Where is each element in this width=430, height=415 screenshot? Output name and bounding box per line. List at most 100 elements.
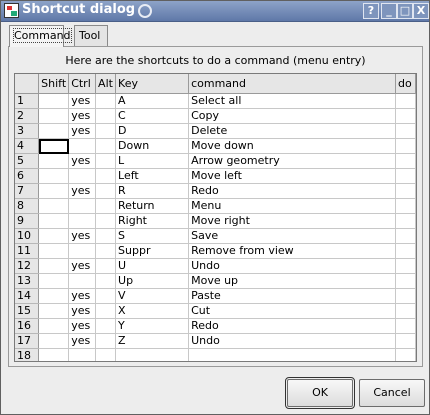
table-row[interactable]: 4 Down Move down <box>15 138 416 154</box>
command-cell[interactable]: Move right <box>188 213 397 229</box>
ctrl-cell[interactable] <box>68 168 97 184</box>
command-cell[interactable]: Move up <box>188 273 397 289</box>
alt-cell[interactable] <box>95 93 117 109</box>
row-number-cell[interactable]: 15 <box>15 303 40 319</box>
table-row[interactable]: 16 yes Y Redo <box>15 318 416 334</box>
alt-cell[interactable] <box>95 348 117 361</box>
help-button[interactable]: ? <box>363 3 379 19</box>
column-header-key[interactable]: Key <box>115 74 190 94</box>
shift-cell[interactable] <box>38 318 70 334</box>
shift-cell[interactable] <box>38 213 70 229</box>
row-number-cell[interactable]: 17 <box>15 333 40 349</box>
do-cell[interactable] <box>395 138 416 154</box>
column-header-ctrl[interactable]: Ctrl <box>68 74 97 94</box>
key-cell[interactable]: X <box>115 303 190 319</box>
table-row[interactable]: 17 yes Z Undo <box>15 333 416 349</box>
ctrl-cell[interactable]: yes <box>68 183 97 199</box>
app-window-icon[interactable] <box>4 3 19 18</box>
row-number-cell[interactable]: 13 <box>15 273 40 289</box>
column-header-alt[interactable]: Alt <box>95 74 117 94</box>
table-row[interactable]: 15 yes X Cut <box>15 303 416 319</box>
shift-cell[interactable] <box>38 198 70 214</box>
key-cell[interactable]: S <box>115 228 190 244</box>
alt-cell[interactable] <box>95 303 117 319</box>
command-cell[interactable]: Undo <box>188 258 397 274</box>
row-number-cell[interactable]: 12 <box>15 258 40 274</box>
ctrl-cell[interactable]: yes <box>68 153 97 169</box>
do-cell[interactable] <box>395 213 416 229</box>
key-cell[interactable]: L <box>115 153 190 169</box>
table-row[interactable]: 6 Left Move left <box>15 168 416 184</box>
command-cell[interactable]: Paste <box>188 288 397 304</box>
row-number-cell[interactable]: 4 <box>15 138 40 154</box>
command-cell[interactable]: Delete <box>188 123 397 139</box>
tab-tool[interactable]: Tool <box>74 25 108 46</box>
column-header-command[interactable]: command <box>188 74 397 94</box>
row-number-cell[interactable]: 6 <box>15 168 40 184</box>
command-cell[interactable]: Undo <box>188 333 397 349</box>
row-number-cell[interactable]: 18 <box>15 348 40 361</box>
ctrl-cell[interactable] <box>68 213 97 229</box>
minimize-button[interactable]: _ <box>381 3 397 19</box>
row-number-cell[interactable]: 3 <box>15 123 40 139</box>
alt-cell[interactable] <box>95 138 117 154</box>
alt-cell[interactable] <box>95 198 117 214</box>
alt-cell[interactable] <box>95 228 117 244</box>
ctrl-cell[interactable] <box>68 138 97 154</box>
table-row[interactable]: 12 yes U Undo <box>15 258 416 274</box>
row-number-cell[interactable]: 16 <box>15 318 40 334</box>
alt-cell[interactable] <box>95 168 117 184</box>
shift-cell[interactable] <box>38 138 70 154</box>
shift-cell[interactable] <box>38 183 70 199</box>
command-cell[interactable]: Move down <box>188 138 397 154</box>
row-number-cell[interactable]: 11 <box>15 243 40 259</box>
do-cell[interactable] <box>395 168 416 184</box>
shift-cell[interactable] <box>38 243 70 259</box>
command-cell[interactable] <box>188 348 397 361</box>
command-cell[interactable]: Select all <box>188 93 397 109</box>
row-number-cell[interactable]: 14 <box>15 288 40 304</box>
table-row[interactable]: 11 Suppr Remove from view <box>15 243 416 259</box>
do-cell[interactable] <box>395 348 416 361</box>
shortcut-table[interactable]: Shift Ctrl Alt Key command do 1 yes A Selec… <box>14 73 417 362</box>
alt-cell[interactable] <box>95 183 117 199</box>
alt-cell[interactable] <box>95 258 117 274</box>
do-cell[interactable] <box>395 228 416 244</box>
row-number-cell[interactable]: 1 <box>15 93 40 109</box>
shift-cell[interactable] <box>38 303 70 319</box>
alt-cell[interactable] <box>95 108 117 124</box>
command-cell[interactable]: Redo <box>188 318 397 334</box>
ctrl-cell[interactable] <box>68 348 97 361</box>
title-bar[interactable]: Shortcut dialog ? _ □ X <box>1 1 429 22</box>
table-row[interactable]: 8 Return Menu <box>15 198 416 214</box>
table-row[interactable]: 3 yes D Delete <box>15 123 416 139</box>
alt-cell[interactable] <box>95 288 117 304</box>
shift-cell[interactable] <box>38 123 70 139</box>
key-cell[interactable]: Suppr <box>115 243 190 259</box>
row-number-cell[interactable]: 10 <box>15 228 40 244</box>
ctrl-cell[interactable]: yes <box>68 93 97 109</box>
command-cell[interactable]: Remove from view <box>188 243 397 259</box>
key-cell[interactable]: U <box>115 258 190 274</box>
alt-cell[interactable] <box>95 243 117 259</box>
key-cell[interactable]: C <box>115 108 190 124</box>
command-cell[interactable]: Copy <box>188 108 397 124</box>
ctrl-cell[interactable]: yes <box>68 123 97 139</box>
key-cell[interactable]: Down <box>115 138 190 154</box>
command-cell[interactable]: Menu <box>188 198 397 214</box>
alt-cell[interactable] <box>95 318 117 334</box>
alt-cell[interactable] <box>95 213 117 229</box>
shift-cell[interactable] <box>38 333 70 349</box>
ctrl-cell[interactable]: yes <box>68 228 97 244</box>
do-cell[interactable] <box>395 258 416 274</box>
ctrl-cell[interactable] <box>68 243 97 259</box>
shift-cell[interactable] <box>38 108 70 124</box>
row-number-cell[interactable]: 9 <box>15 213 40 229</box>
key-cell[interactable]: V <box>115 288 190 304</box>
do-cell[interactable] <box>395 198 416 214</box>
shift-cell[interactable] <box>38 168 70 184</box>
ctrl-cell[interactable]: yes <box>68 288 97 304</box>
row-number-cell[interactable]: 8 <box>15 198 40 214</box>
ok-button[interactable]: OK <box>285 377 355 409</box>
key-cell[interactable]: Y <box>115 318 190 334</box>
